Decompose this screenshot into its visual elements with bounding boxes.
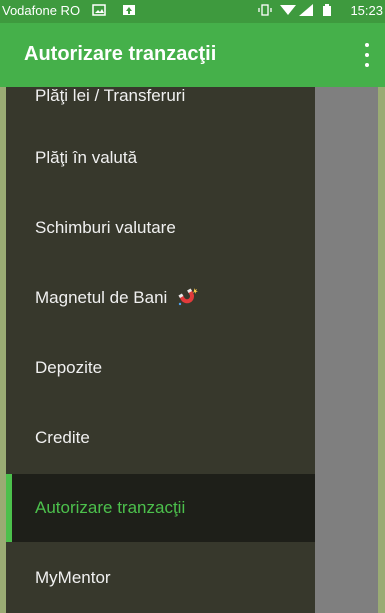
drawer-item-depozite[interactable]: Depozite: [6, 334, 315, 402]
drawer-item-magnetul-de-bani[interactable]: Magnetul de Bani: [6, 264, 315, 332]
drawer-item-label: Plăţi lei / Transferuri: [35, 87, 186, 105]
device-frame: Vodafone RO 15:23 Autorizare tranzacţii: [0, 0, 385, 613]
app-bar: Autorizare tranzacţii: [0, 23, 385, 87]
signal-icon: [299, 4, 313, 16]
drawer-item-label: MyMentor: [35, 568, 111, 587]
drawer-item-label: Plăţi în valută: [35, 148, 138, 167]
image-icon: [92, 4, 106, 16]
drawer-item-label: Depozite: [35, 358, 103, 377]
wifi-icon: [280, 5, 296, 15]
navigation-drawer: Plăţi lei / Transferuri Plăţi în valută …: [6, 87, 315, 613]
clock: 15:23: [350, 3, 383, 18]
vibrate-icon: [258, 4, 272, 16]
magnet-icon: [178, 288, 199, 306]
status-bar: Vodafone RO 15:23: [0, 0, 385, 23]
app-bar-title: Autorizare tranzacţii: [24, 43, 217, 65]
drawer-item-label: Credite: [35, 428, 90, 447]
drawer-item-label: Magnetul de Bani: [35, 288, 168, 307]
drawer-item-autorizare-tranzactii[interactable]: Autorizare tranzacţii: [6, 474, 315, 542]
drawer-item-mymentor[interactable]: MyMentor: [6, 544, 315, 612]
drawer-item-schimburi-valutare[interactable]: Schimburi valutare: [6, 194, 315, 262]
right-border: [378, 87, 385, 613]
drawer-item-plati-valuta[interactable]: Plăţi în valută: [6, 124, 315, 192]
drawer-item-label: Schimburi valutare: [35, 218, 176, 237]
upload-icon: [123, 5, 135, 15]
drawer-item-label: Autorizare tranzacţii: [35, 498, 186, 517]
drawer-item-credite[interactable]: Credite: [6, 404, 315, 472]
carrier-label: Vodafone RO: [2, 3, 81, 18]
battery-icon: [323, 4, 331, 16]
more-vert-icon[interactable]: [363, 43, 371, 67]
